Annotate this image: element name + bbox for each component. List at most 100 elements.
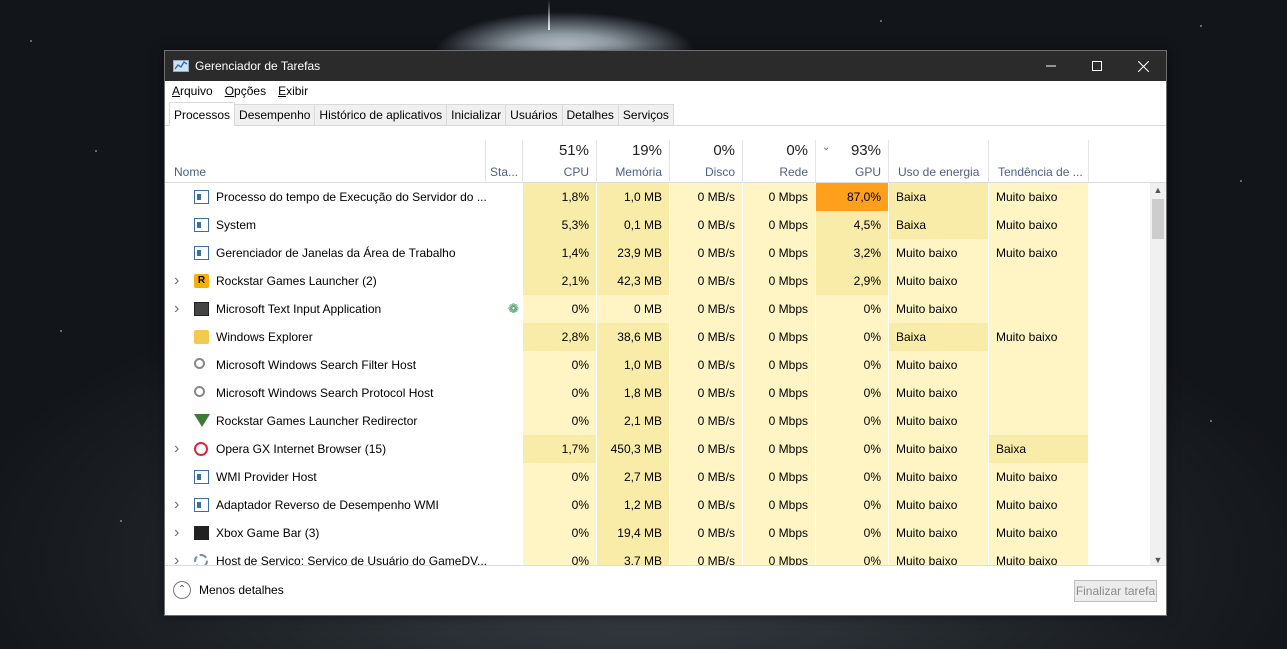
- minimize-icon: [1046, 65, 1056, 67]
- scroll-up-icon[interactable]: ▲: [1150, 183, 1166, 197]
- header-power-trend[interactable]: Tendência de ...: [989, 140, 1089, 183]
- cell-disk: 0 MB/s: [670, 407, 743, 435]
- cell-net: 0 Mbps: [743, 323, 816, 351]
- header-disk[interactable]: 0% Disco: [670, 140, 743, 183]
- header-network[interactable]: 0% Rede: [743, 140, 816, 183]
- cell-net: 0 Mbps: [743, 183, 816, 211]
- star: [880, 20, 882, 22]
- cell-power: Muito baixo: [889, 435, 989, 463]
- cell-gpu: 3,2%: [816, 239, 889, 267]
- tab-servicos[interactable]: Serviços: [617, 104, 674, 125]
- cell-gpu: 0%: [816, 491, 889, 519]
- cell-trend: [989, 379, 1089, 407]
- cell-trend: Muito baixo: [989, 547, 1089, 565]
- tab-processos[interactable]: Processos: [169, 102, 236, 126]
- cell-cpu: 0%: [523, 519, 597, 547]
- header-status[interactable]: Sta...: [486, 140, 523, 183]
- tab-usuarios[interactable]: Usuários: [505, 104, 563, 125]
- title-bar[interactable]: Gerenciador de Tarefas: [165, 51, 1166, 81]
- expand-chevron-icon[interactable]: ›: [174, 267, 184, 295]
- process-row[interactable]: Microsoft Windows Search Protocol Host 0%…: [165, 379, 1153, 407]
- process-name: Rockstar Games Launcher Redirector: [216, 414, 418, 428]
- process-row[interactable]: › Microsoft Text Input Application ❁ 0% 0 MB…: [165, 295, 1153, 323]
- process-row[interactable]: › R Rockstar Games Launcher (2) 2,1% 42,3 MB…: [165, 267, 1153, 295]
- menu-arquivo[interactable]: Arquivo: [172, 84, 213, 98]
- cell-gpu: 0%: [816, 463, 889, 491]
- header-cpu[interactable]: 51% CPU: [523, 140, 597, 183]
- tab-inicializar[interactable]: Inicializar: [446, 104, 507, 125]
- expand-chevron-icon[interactable]: ›: [174, 519, 184, 547]
- process-name: Opera GX Internet Browser (15): [216, 442, 387, 456]
- cell-cpu: 0%: [523, 407, 597, 435]
- cell-trend: Baixa: [989, 435, 1089, 463]
- expand-chevron-icon[interactable]: ›: [174, 547, 184, 565]
- header-trend-label: Tendência de ...: [998, 165, 1083, 179]
- cell-cpu: 0%: [523, 463, 597, 491]
- menu-opcoes[interactable]: Opções: [225, 84, 266, 98]
- process-row[interactable]: Processo do tempo de Execução do Servido…: [165, 183, 1153, 211]
- expand-chevron-icon[interactable]: ›: [174, 435, 184, 463]
- cell-mem: 38,6 MB: [597, 323, 670, 351]
- cell-net: 0 Mbps: [743, 239, 816, 267]
- cell-mem: 1,0 MB: [597, 351, 670, 379]
- sort-descending-icon: ⌄: [822, 142, 831, 153]
- cell-mem: 2,7 MB: [597, 463, 670, 491]
- cell-trend: [989, 407, 1089, 435]
- header-network-label: Rede: [779, 165, 808, 179]
- task-manager-icon: [173, 59, 189, 73]
- opera-icon: [194, 442, 208, 456]
- star: [95, 150, 97, 152]
- process-name: WMI Provider Host: [216, 470, 317, 484]
- cell-mem: 2,1 MB: [597, 407, 670, 435]
- header-power-usage[interactable]: Uso de energia: [889, 140, 989, 183]
- scrollbar-thumb[interactable]: [1152, 199, 1164, 239]
- star: [1200, 25, 1202, 27]
- vertical-scrollbar[interactable]: ▲ ▼: [1150, 183, 1166, 567]
- tab-detalhes[interactable]: Detalhes: [561, 104, 619, 125]
- process-name: Rockstar Games Launcher (2): [216, 274, 377, 288]
- cell-trend: Muito baixo: [989, 183, 1089, 211]
- process-row[interactable]: Rockstar Games Launcher Redirector 0% 2,1 …: [165, 407, 1153, 435]
- keyboard-icon: [194, 302, 209, 316]
- cell-gpu: 2,9%: [816, 267, 889, 295]
- process-name: Gerenciador de Janelas da Área de Trabal…: [216, 246, 456, 260]
- cell-net: 0 Mbps: [743, 267, 816, 295]
- cell-cpu: 2,8%: [523, 323, 597, 351]
- expand-chevron-icon[interactable]: ›: [174, 491, 184, 519]
- end-task-button[interactable]: Finalizar tarefa: [1074, 580, 1157, 602]
- process-row[interactable]: › Xbox Game Bar (3) 0% 19,4 MB 0 MB/s 0 Mbps 0…: [165, 519, 1153, 547]
- cell-net: 0 Mbps: [743, 351, 816, 379]
- process-row[interactable]: System 5,3% 0,1 MB 0 MB/s 0 Mbps 4,5% Baixa Mui…: [165, 211, 1153, 239]
- expand-chevron-icon[interactable]: ›: [174, 295, 184, 323]
- process-row[interactable]: › Opera GX Internet Browser (15) 1,7% 450,3…: [165, 435, 1153, 463]
- menu-exibir[interactable]: Exibir: [278, 84, 308, 98]
- cell-net: 0 Mbps: [743, 463, 816, 491]
- minimize-button[interactable]: [1028, 51, 1074, 81]
- cell-power: Baixa: [889, 323, 989, 351]
- header-memory[interactable]: 19% Memória: [597, 140, 670, 183]
- cell-gpu: 0%: [816, 519, 889, 547]
- maximize-button[interactable]: [1074, 51, 1120, 81]
- tab-historico[interactable]: Histórico de aplicativos: [314, 104, 448, 125]
- process-row[interactable]: › Adaptador Reverso de Desempenho WMI 0% 1,…: [165, 491, 1153, 519]
- header-name-label: Nome: [174, 165, 207, 179]
- header-gpu[interactable]: ⌄ 93% GPU: [816, 140, 889, 183]
- process-name: Microsoft Windows Search Protocol Host: [216, 386, 434, 400]
- header-gpu-pct: 93%: [850, 142, 881, 159]
- close-button[interactable]: [1120, 51, 1166, 81]
- process-row[interactable]: WMI Provider Host 0% 2,7 MB 0 MB/s 0 Mbps 0% M…: [165, 463, 1153, 491]
- process-row[interactable]: › Host de Serviço: Serviço de Usuário do …: [165, 547, 1153, 565]
- cell-disk: 0 MB/s: [670, 491, 743, 519]
- tab-desempenho[interactable]: Desempenho: [234, 104, 316, 125]
- cell-mem: 450,3 MB: [597, 435, 670, 463]
- folder-icon: [194, 330, 209, 344]
- process-list: Processo do tempo de Execução do Servido…: [165, 183, 1153, 565]
- cell-gpu: 0%: [816, 379, 889, 407]
- process-row[interactable]: Gerenciador de Janelas da Área de Trabal…: [165, 239, 1153, 267]
- header-name[interactable]: Nome: [165, 140, 486, 183]
- process-row[interactable]: Windows Explorer 2,8% 38,6 MB 0 MB/s 0 Mbps 0…: [165, 323, 1153, 351]
- less-details-button[interactable]: ⌃ Menos detalhes: [173, 581, 284, 599]
- process-row[interactable]: Microsoft Windows Search Filter Host 0% 1,…: [165, 351, 1153, 379]
- cell-cpu: 1,4%: [523, 239, 597, 267]
- header-memory-pct: 19%: [631, 142, 662, 159]
